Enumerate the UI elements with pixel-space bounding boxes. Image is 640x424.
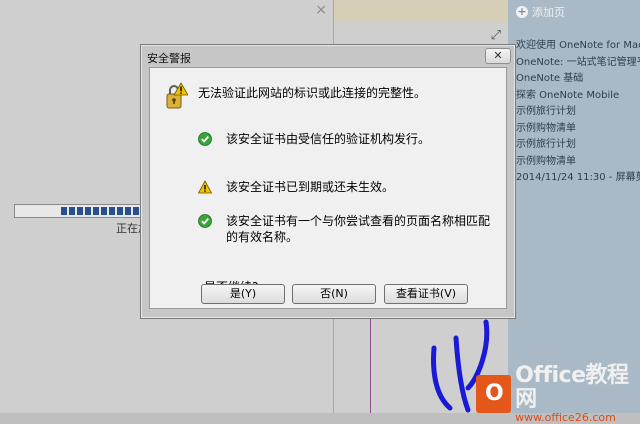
cert-name-match-text: 该安全证书有一个与你尝试查看的页面名称相匹配的有效名称。 [226,214,491,244]
check-circle-icon [198,132,212,149]
ink-line [370,316,371,413]
cert-check-item: 该安全证书已到期或还未生效。 [197,179,494,197]
security-alert-dialog: 安全警报 ✕ 无法验证此网站的标识或此连接的完整性。 该安全证书由受信任的验证机… [140,44,516,319]
page-list-panel: + 添加页 欢迎使用 OneNote for Mac OneNote: 一站式笔… [508,0,640,413]
cert-check-item: 该安全证书由受信任的验证机构发行。 [198,131,494,149]
warning-triangle-icon [197,180,213,197]
page-list-item[interactable]: 欢迎使用 OneNote for Mac [516,38,640,54]
page-list-item[interactable]: OneNote: 一站式笔记管理平台 [516,55,640,71]
page-title-strip [334,0,509,22]
add-page-button[interactable]: + 添加页 [516,4,565,20]
page-list-item[interactable]: 2014/11/24 11:30 - 屏幕剪辑 [516,170,640,186]
watermark-brand: Office教程网 [515,363,629,412]
cert-check-item: 该安全证书有一个与你尝试查看的页面名称相匹配的有效名称。 [198,213,494,245]
dialog-titlebar[interactable]: 安全警报 ✕ [141,45,515,67]
page-list-item[interactable]: 探索 OneNote Mobile [516,88,640,104]
page-list-item[interactable]: 示例购物清单 [516,121,640,137]
yes-button[interactable]: 是(Y) [201,284,285,304]
view-certificate-button[interactable]: 查看证书(V) [384,284,468,304]
pane-close-icon[interactable]: × [315,2,327,18]
site-watermark: O Office教程网 www.office26.com [476,364,640,424]
loading-progress-bar [14,204,156,218]
expand-icon[interactable]: ⤢ [491,28,501,43]
dialog-close-button[interactable]: ✕ [485,48,511,64]
page-list-item[interactable]: 示例购物清单 [516,154,640,170]
plus-icon: + [516,5,528,18]
office-logo-icon: O [476,375,512,413]
lock-warning-icon [164,82,189,115]
page-list-item[interactable]: 示例旅行计划 [516,104,640,120]
no-button[interactable]: 否(N) [292,284,376,304]
alert-headline: 无法验证此网站的标识或此连接的完整性。 [198,86,427,100]
page-list-item[interactable]: 示例旅行计划 [516,137,640,153]
add-page-label: 添加页 [532,6,565,19]
dialog-body: 无法验证此网站的标识或此连接的完整性。 该安全证书由受信任的验证机构发行。 该安… [149,67,507,309]
cert-expiry-text: 该安全证书已到期或还未生效。 [226,180,395,194]
page-list-item[interactable]: OneNote 基础 [516,71,640,87]
page-list: 欢迎使用 OneNote for Mac OneNote: 一站式笔记管理平台 … [516,38,640,187]
cert-issuer-text: 该安全证书由受信任的验证机构发行。 [226,132,431,146]
dialog-title: 安全警报 [147,52,191,65]
watermark-site: www.office26.com [515,411,616,424]
check-circle-icon [198,214,212,231]
